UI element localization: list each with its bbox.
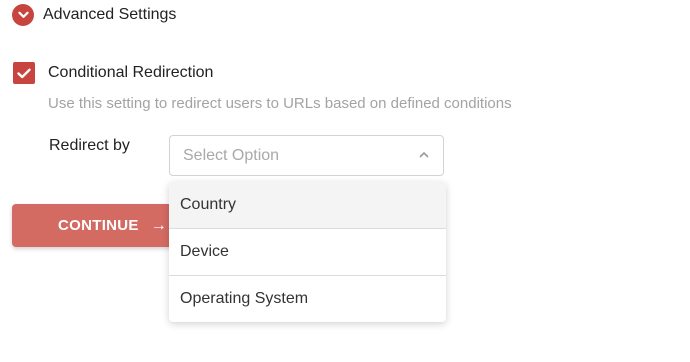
- chevron-down-icon: [17, 11, 29, 18]
- option-operating-system[interactable]: Operating System: [169, 276, 446, 322]
- advanced-settings-header[interactable]: Advanced Settings: [12, 2, 176, 28]
- continue-button-label: CONTINUE: [58, 217, 139, 234]
- continue-button[interactable]: CONTINUE →: [12, 204, 184, 247]
- option-device[interactable]: Device: [169, 229, 446, 276]
- advanced-settings-toggle[interactable]: [12, 4, 34, 26]
- conditional-redirection-help: Use this setting to redirect users to UR…: [48, 95, 512, 112]
- advanced-settings-title: Advanced Settings: [43, 6, 177, 23]
- conditional-redirection-row[interactable]: Conditional Redirection: [13, 61, 213, 85]
- option-country[interactable]: Country: [169, 182, 446, 229]
- select-placeholder: Select Option: [183, 146, 280, 164]
- checkmark-icon: [17, 68, 31, 78]
- conditional-redirection-label: Conditional Redirection: [48, 64, 214, 81]
- redirect-by-select[interactable]: Select Option: [169, 135, 444, 176]
- redirect-by-label: Redirect by: [49, 137, 130, 154]
- redirect-options-dropdown: Country Device Operating System: [169, 182, 446, 322]
- conditional-redirection-checkbox[interactable]: [13, 62, 35, 84]
- arrow-right-icon: →: [150, 216, 167, 234]
- chevron-up-icon: [419, 152, 429, 158]
